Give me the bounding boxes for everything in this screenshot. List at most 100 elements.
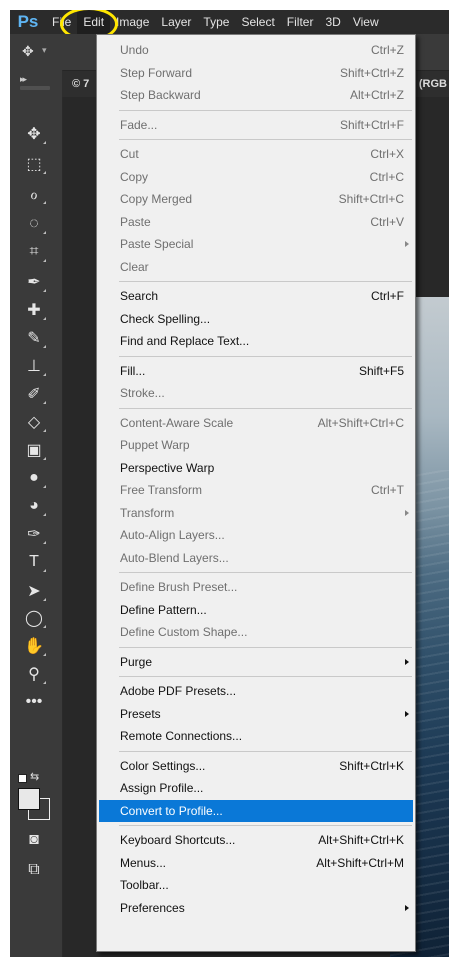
menu-item-label: Cut (120, 147, 139, 161)
menu-item-clear[interactable]: Clear (97, 256, 415, 279)
menu-item-stroke[interactable]: Stroke... (97, 382, 415, 405)
menu-item-label: Remote Connections... (120, 729, 243, 743)
menu-item-shortcut: Ctrl+X (370, 147, 404, 161)
marquee-tool-icon[interactable]: ⬚ (18, 152, 50, 176)
menu-item-transform[interactable]: Transform (97, 502, 415, 525)
ellipse-tool-icon[interactable]: ◯ (18, 606, 50, 630)
menu-item-cut[interactable]: Cut Ctrl+X (97, 143, 415, 166)
menu-item-adobe-pdf-presets[interactable]: Adobe PDF Presets... (97, 680, 415, 703)
eyedropper-tool-icon[interactable]: ✒ (18, 270, 50, 294)
menu-item-label: Purge (120, 654, 153, 669)
menu-3d[interactable]: 3D (319, 10, 346, 34)
menu-view[interactable]: View (347, 10, 385, 34)
menu-item-label: Find and Replace Text... (120, 334, 250, 348)
menu-item-fade[interactable]: Fade... Shift+Ctrl+F (97, 114, 415, 137)
menu-item-define-custom-shape[interactable]: Define Custom Shape... (97, 621, 415, 644)
move-tool-icon[interactable]: ✥ (18, 122, 50, 146)
brush-tool-icon[interactable]: ✎ (18, 326, 50, 350)
pen-tool-icon[interactable]: ✑ (18, 522, 50, 546)
swap-colors-icon[interactable]: ⇆ (30, 770, 39, 783)
menu-item-keyboard-shortcuts[interactable]: Keyboard Shortcuts... Alt+Shift+Ctrl+K (97, 829, 415, 852)
crop-tool-glyph: ⌗ (29, 243, 39, 260)
tool-flyout-indicator (43, 171, 46, 174)
type-tool-icon[interactable]: T (18, 550, 50, 574)
foreground-color-swatch[interactable] (18, 788, 40, 810)
screen-mode-icon[interactable]: ⧉ (18, 858, 50, 882)
menu-item-find-and-replace-text[interactable]: Find and Replace Text... (97, 330, 415, 353)
menu-item-shortcut: Alt+Shift+Ctrl+K (318, 833, 404, 847)
healing-brush-tool-icon[interactable]: ✚ (18, 298, 50, 322)
menu-item-label: Paste Special (120, 237, 194, 251)
menu-item-assign-profile[interactable]: Assign Profile... (97, 777, 415, 800)
menu-item-purge[interactable]: Purge (97, 651, 415, 674)
eraser-tool-icon[interactable]: ◇ (18, 410, 50, 434)
menu-item-label: Check Spelling... (120, 311, 211, 326)
dodge-tool-icon[interactable]: ◕ (18, 494, 50, 518)
default-colors-icon[interactable] (18, 774, 27, 783)
menu-filter[interactable]: Filter (281, 10, 320, 34)
menu-item-perspective-warp[interactable]: Perspective Warp (97, 457, 415, 480)
menu-item-menus[interactable]: Menus... Alt+Shift+Ctrl+M (97, 852, 415, 875)
menu-item-fill[interactable]: Fill... Shift+F5 (97, 360, 415, 383)
menu-item-label: Assign Profile... (120, 781, 204, 795)
menu-item-undo[interactable]: Undo Ctrl+Z (97, 39, 415, 62)
menu-item-auto-align-layers[interactable]: Auto-Align Layers... (97, 524, 415, 547)
blur-tool-icon[interactable]: ● (18, 466, 50, 490)
document-color-mode: (RGB (418, 78, 447, 90)
move-tool-glyph: ✥ (27, 126, 41, 143)
zoom-tool-glyph: ⚲ (28, 666, 40, 683)
menu-item-paste[interactable]: Paste Ctrl+V (97, 211, 415, 234)
gradient-tool-icon[interactable]: ▣ (18, 438, 50, 462)
menu-item-label: Auto-Align Layers... (120, 528, 225, 542)
menu-item-define-brush-preset[interactable]: Define Brush Preset... (97, 576, 415, 599)
expand-panel-icon[interactable]: ▸▸ (20, 74, 27, 85)
menu-file[interactable]: File (46, 10, 77, 34)
clone-stamp-tool-icon[interactable]: ⊥ (18, 354, 50, 378)
menu-item-copy[interactable]: Copy Ctrl+C (97, 166, 415, 189)
menu-item-step-backward[interactable]: Step Backward Alt+Ctrl+Z (97, 84, 415, 107)
chevron-down-icon[interactable]: ▾ (42, 45, 47, 56)
hand-tool-icon[interactable]: ✋ (18, 634, 50, 658)
move-options-icon[interactable]: ✥ (22, 43, 34, 60)
menu-item-step-forward[interactable]: Step Forward Shift+Ctrl+Z (97, 62, 415, 85)
submenu-arrow-icon (405, 710, 409, 717)
menu-item-content-aware-scale[interactable]: Content-Aware Scale Alt+Shift+Ctrl+C (97, 412, 415, 435)
menu-item-define-pattern[interactable]: Define Pattern... (97, 599, 415, 622)
menu-item-label: Fill... (120, 363, 146, 378)
menu-edit[interactable]: Edit (77, 10, 111, 34)
menu-layer[interactable]: Layer (155, 10, 197, 34)
crop-tool-icon[interactable]: ⌗ (18, 240, 50, 264)
menu-item-presets[interactable]: Presets (97, 703, 415, 726)
menu-item-copy-merged[interactable]: Copy Merged Shift+Ctrl+C (97, 188, 415, 211)
tool-flyout-indicator (43, 259, 46, 262)
menu-select[interactable]: Select (235, 10, 280, 34)
document-tab[interactable]: © 7 (62, 71, 89, 97)
history-brush-tool-icon[interactable]: ✐ (18, 382, 50, 406)
quick-mask-icon[interactable]: ◙ (18, 828, 50, 852)
menu-item-shortcut: Shift+Ctrl+F (339, 117, 404, 132)
menu-item-search[interactable]: Search Ctrl+F (97, 285, 415, 308)
menu-bar: Ps File Edit Image Layer Type Select Fil… (10, 10, 449, 34)
zoom-tool-icon[interactable]: ⚲ (18, 662, 50, 686)
menu-item-preferences[interactable]: Preferences (97, 897, 415, 920)
panel-grip[interactable] (20, 86, 50, 90)
menu-item-paste-special[interactable]: Paste Special (97, 233, 415, 256)
menu-item-remote-connections[interactable]: Remote Connections... (97, 725, 415, 748)
history-brush-tool-glyph: ✐ (27, 386, 41, 403)
menu-item-free-transform[interactable]: Free Transform Ctrl+T (97, 479, 415, 502)
menu-type[interactable]: Type (197, 10, 235, 34)
lasso-tool-icon[interactable]: ℴ (18, 182, 50, 206)
menu-item-color-settings[interactable]: Color Settings... Shift+Ctrl+K (97, 755, 415, 778)
menu-item-auto-blend-layers[interactable]: Auto-Blend Layers... (97, 547, 415, 570)
quick-selection-tool-icon[interactable]: ◌ (18, 212, 50, 236)
menu-item-toolbar[interactable]: Toolbar... (97, 874, 415, 897)
menu-item-check-spelling[interactable]: Check Spelling... (97, 308, 415, 331)
menu-item-puppet-warp[interactable]: Puppet Warp (97, 434, 415, 457)
menu-item-shortcut: Shift+Ctrl+Z (339, 65, 404, 80)
marquee-tool-glyph: ⬚ (26, 156, 42, 173)
menu-item-convert-to-profile[interactable]: Convert to Profile... (99, 799, 413, 822)
path-selection-tool-icon[interactable]: ➤ (18, 579, 50, 603)
more-tools-icon[interactable]: ••• (18, 690, 50, 714)
menu-image[interactable]: Image (110, 10, 155, 34)
more-tools-glyph: ••• (25, 693, 43, 710)
